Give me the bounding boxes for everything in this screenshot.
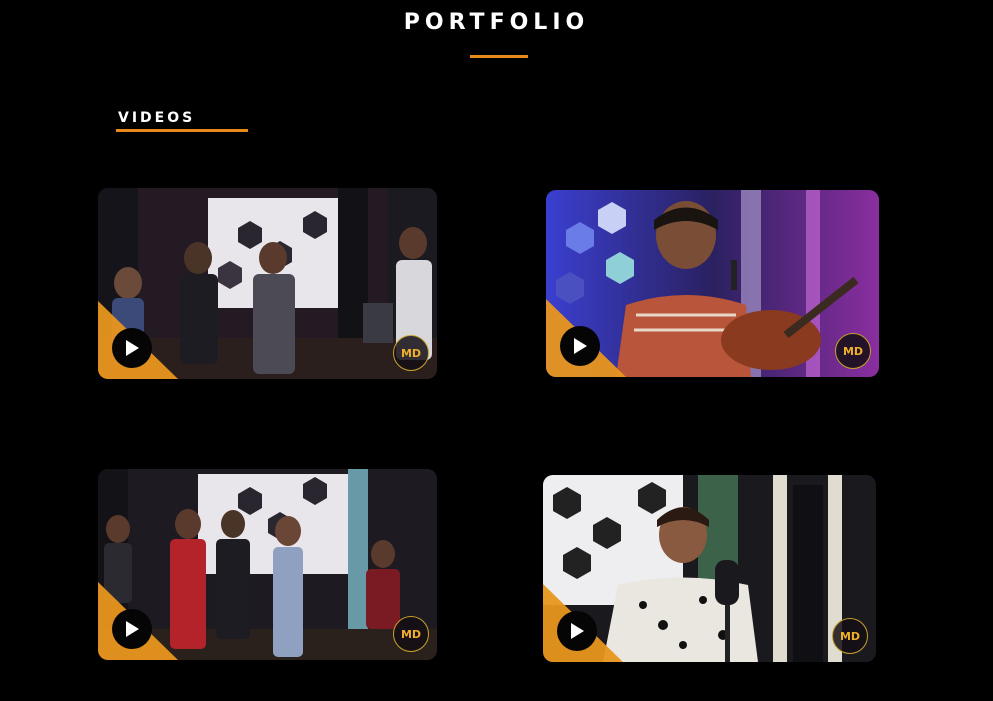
play-icon (126, 621, 139, 637)
brand-logo-badge: MD (835, 333, 871, 369)
video-card-4[interactable]: MD (543, 475, 876, 662)
play-icon (126, 340, 139, 356)
play-icon (574, 338, 587, 354)
brand-logo-badge: MD (393, 335, 429, 371)
brand-logo-badge: MD (832, 618, 868, 654)
play-icon (571, 623, 584, 639)
title-underline (470, 55, 528, 58)
page-title: PORTFOLIO (403, 10, 590, 35)
video-card-1[interactable]: MD (98, 188, 437, 379)
section-underline (116, 129, 248, 132)
brand-logo-badge: MD (393, 616, 429, 652)
play-button[interactable] (112, 328, 152, 368)
play-button[interactable] (557, 611, 597, 651)
video-card-2[interactable]: MD (546, 190, 879, 377)
play-button[interactable] (112, 609, 152, 649)
video-card-3[interactable]: MD (98, 469, 437, 660)
section-label-videos: VIDEOS (118, 110, 196, 126)
play-button[interactable] (560, 326, 600, 366)
